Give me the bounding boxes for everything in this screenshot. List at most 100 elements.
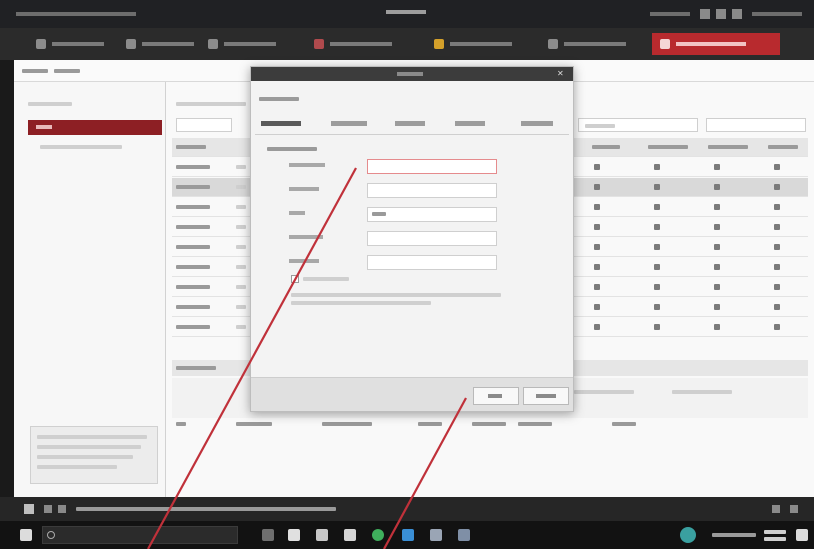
expand-icon[interactable] [772, 505, 780, 513]
pause-icon[interactable] [58, 505, 66, 513]
dialog-field-3[interactable] [367, 207, 497, 222]
app-icon[interactable] [458, 529, 470, 541]
table-check-icon[interactable] [714, 264, 720, 270]
table-check-icon[interactable] [654, 244, 660, 250]
module-tab-4[interactable] [306, 33, 400, 55]
module-tab-6[interactable] [540, 33, 634, 55]
module-tab-7-active[interactable] [652, 33, 780, 55]
table-check-icon[interactable] [654, 164, 660, 170]
table-cell [236, 285, 246, 289]
field-value-mark [372, 212, 386, 216]
module-tab-2[interactable] [118, 33, 202, 55]
table-check-icon[interactable] [594, 224, 600, 230]
app-icon[interactable] [316, 529, 328, 541]
table-check-icon[interactable] [714, 244, 720, 250]
table-check-icon[interactable] [774, 184, 780, 190]
table-check-icon[interactable] [654, 264, 660, 270]
dialog-tab[interactable] [455, 121, 485, 126]
table-check-icon[interactable] [594, 244, 600, 250]
table-check-icon[interactable] [714, 304, 720, 310]
ok-button[interactable] [473, 387, 519, 405]
table-check-icon[interactable] [594, 264, 600, 270]
module-tab-5[interactable] [426, 33, 520, 55]
dialog-field-4[interactable] [367, 231, 497, 246]
minimize-icon[interactable] [700, 9, 710, 19]
table-check-icon[interactable] [654, 184, 660, 190]
table-cell [176, 205, 210, 209]
table-check-icon[interactable] [654, 204, 660, 210]
table-check-icon[interactable] [594, 164, 600, 170]
app-icon[interactable] [344, 529, 356, 541]
table-check-icon[interactable] [774, 304, 780, 310]
table-check-icon[interactable] [714, 204, 720, 210]
close-icon[interactable]: ✕ [557, 70, 565, 78]
table-check-icon[interactable] [774, 204, 780, 210]
table-check-icon[interactable] [714, 184, 720, 190]
sidebar-tip [30, 426, 158, 484]
notifications-icon[interactable] [796, 529, 808, 541]
maximize-icon[interactable] [716, 9, 726, 19]
secondary-field[interactable] [672, 390, 732, 394]
table-check-icon[interactable] [654, 304, 660, 310]
table-check-icon[interactable] [714, 164, 720, 170]
module-tab-label [52, 42, 104, 46]
add-button[interactable] [176, 118, 232, 132]
table-check-icon[interactable] [774, 284, 780, 290]
start-icon[interactable] [20, 529, 32, 541]
table-check-icon[interactable] [774, 244, 780, 250]
dialog-field-2[interactable] [367, 183, 497, 198]
table-check-icon[interactable] [774, 264, 780, 270]
table-check-icon[interactable] [594, 204, 600, 210]
dialog-tab[interactable] [331, 121, 367, 126]
filter-input[interactable] [578, 118, 698, 132]
sidebar-item[interactable] [40, 142, 140, 152]
table-check-icon[interactable] [714, 224, 720, 230]
app-icon[interactable] [288, 529, 300, 541]
table-check-icon[interactable] [594, 324, 600, 330]
notification-bar [0, 497, 814, 521]
module-bar [0, 28, 814, 60]
play-icon[interactable] [44, 505, 52, 513]
dialog-field-5[interactable] [367, 255, 497, 270]
app-icon[interactable] [430, 529, 442, 541]
cancel-button[interactable] [523, 387, 569, 405]
table-check-icon[interactable] [594, 284, 600, 290]
sidebar-item-label [40, 145, 122, 149]
sidebar-item-selected[interactable] [28, 120, 162, 135]
close-icon[interactable] [732, 9, 742, 19]
search-input[interactable] [706, 118, 806, 132]
dialog-tab[interactable] [395, 121, 425, 126]
table-check-icon[interactable] [714, 284, 720, 290]
table-check-icon[interactable] [594, 304, 600, 310]
dialog-tab[interactable] [521, 121, 553, 126]
taskbar-search-input[interactable] [42, 526, 238, 544]
secondary-field[interactable] [574, 390, 634, 394]
module-tab-1[interactable] [28, 33, 112, 55]
system-tray[interactable] [712, 533, 756, 537]
dialog-field-1[interactable] [367, 159, 497, 174]
table-check-icon[interactable] [654, 324, 660, 330]
table-check-icon[interactable] [714, 324, 720, 330]
cancel-button-label [536, 394, 556, 398]
tray-icon[interactable] [680, 527, 696, 543]
toolbar-item[interactable] [22, 69, 48, 73]
menu-bar[interactable] [16, 12, 136, 16]
dialog-checkbox[interactable] [291, 275, 299, 283]
toolbar-item[interactable] [54, 69, 80, 73]
table-check-icon[interactable] [774, 324, 780, 330]
module-tab-label [224, 42, 276, 46]
column-header [648, 145, 688, 149]
dialog-note-line [291, 301, 431, 305]
table-check-icon[interactable] [594, 184, 600, 190]
table-cell [236, 305, 246, 309]
table-check-icon[interactable] [654, 284, 660, 290]
table-check-icon[interactable] [654, 224, 660, 230]
close-icon[interactable] [790, 505, 798, 513]
table-check-icon[interactable] [774, 164, 780, 170]
dialog-tab-active[interactable] [261, 121, 301, 126]
task-view-icon[interactable] [262, 529, 274, 541]
app-icon[interactable] [402, 529, 414, 541]
table-check-icon[interactable] [774, 224, 780, 230]
browser-icon[interactable] [372, 529, 384, 541]
module-tab-3[interactable] [200, 33, 284, 55]
